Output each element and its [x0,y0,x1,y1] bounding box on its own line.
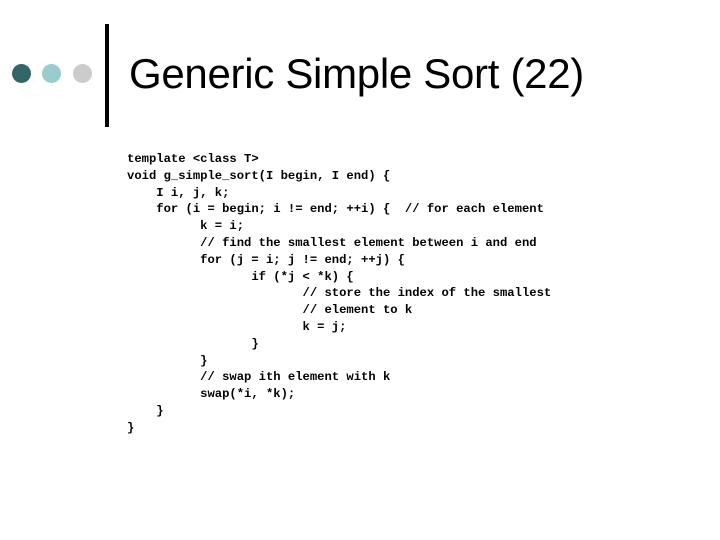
code-line: template <class T> [127,152,259,166]
code-block: template <class T> void g_simple_sort(I b… [127,151,551,437]
code-line: swap(*i, *k); [127,387,296,402]
code-line: k = i; [127,219,245,234]
slide-title: Generic Simple Sort (22) [129,50,584,97]
decorative-dot-gray [73,64,92,83]
code-line: } [127,353,208,368]
code-line: // store the index of the smallest [127,286,552,301]
code-line: } [127,420,135,435]
code-line: k = j; [127,319,347,334]
code-line: I i, j, k; [127,185,230,200]
code-line: // element to k [127,303,413,318]
title-divider-bar [105,24,109,127]
code-line: if (*j < *k) { [127,269,354,284]
code-line: } [127,403,164,418]
decorative-dot-dark-teal [12,64,31,83]
code-line: } [127,336,259,351]
code-line: // find the smallest element between i a… [127,235,537,250]
code-line: for (i = begin; i != end; ++i) { // for … [127,202,544,217]
code-line: void g_simple_sort(I begin, I end) { [127,168,391,183]
code-line: // swap ith element with k [127,370,391,385]
code-line: for (j = i; j != end; ++j) { [127,252,405,267]
decorative-dot-light-teal [42,64,61,83]
